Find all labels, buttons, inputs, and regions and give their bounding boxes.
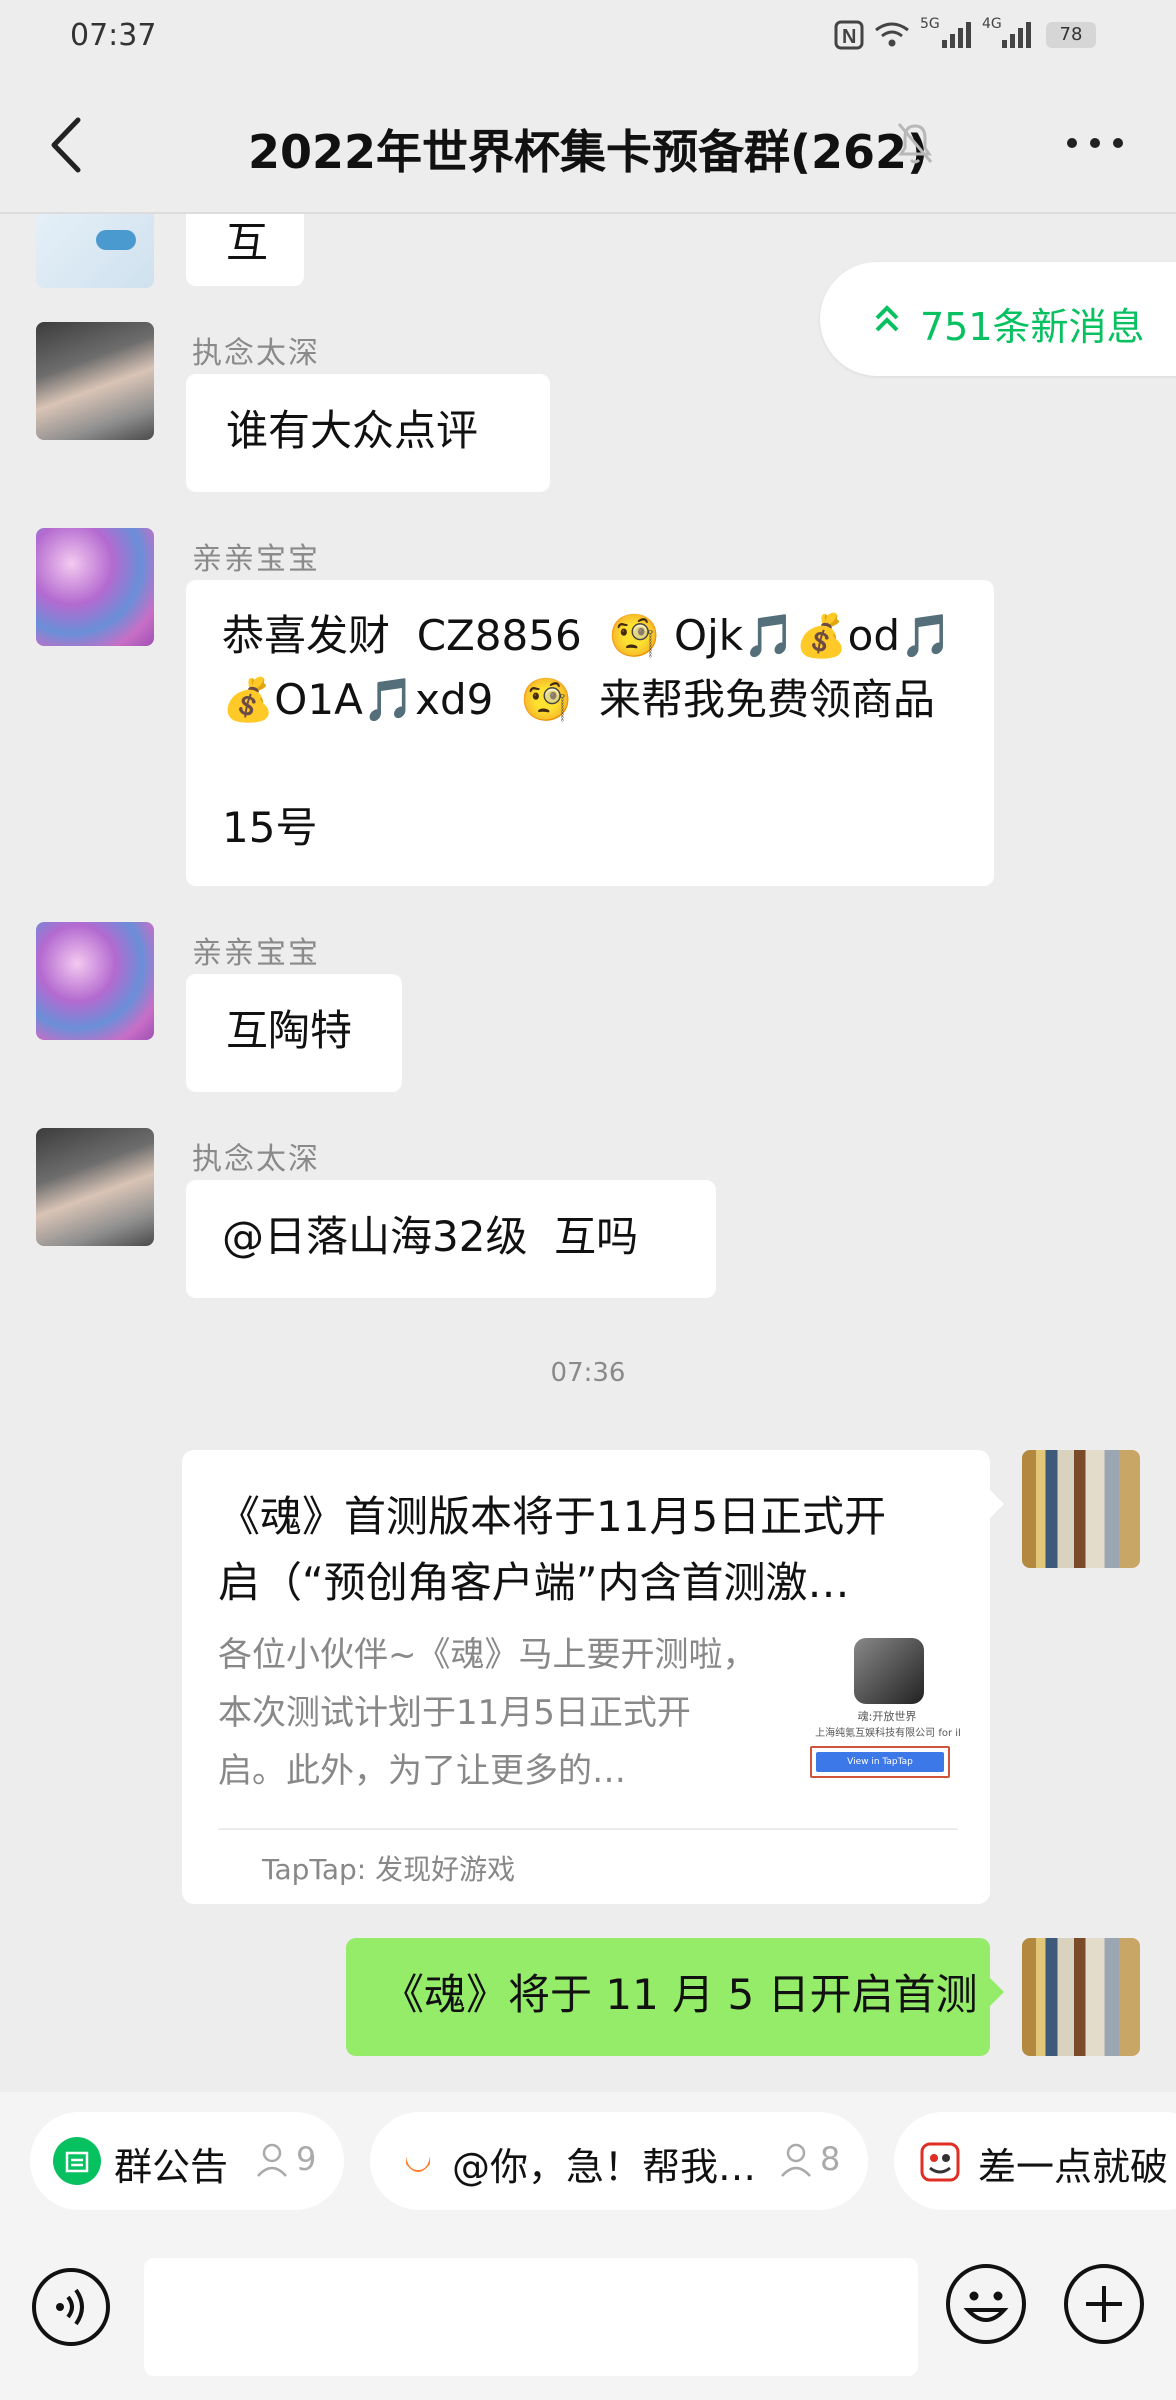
pinduoduo-icon [920, 2142, 960, 2182]
sender-name: 亲亲宝宝 [192, 542, 320, 577]
chip-count: 9 [296, 2140, 317, 2178]
chip-count: 8 [820, 2140, 841, 2178]
link-card-source: TapTap: 发现好游戏 [262, 1853, 516, 1886]
avatar[interactable] [36, 214, 154, 288]
message-bubble[interactable]: 互 [186, 214, 304, 286]
chip-label: 群公告 [114, 2145, 229, 2189]
sender-name: 执念太深 [192, 1142, 320, 1177]
message-text: 《魂》将于 11 月 5 日开启首测 [382, 1970, 978, 2019]
message-text: 互 [226, 218, 269, 267]
person-icon [781, 2143, 811, 2177]
message-text: @日落山海32级 互吗 [222, 1212, 639, 1261]
double-chevron-up-icon [875, 305, 899, 332]
person-icon [257, 2143, 287, 2177]
divider [218, 1828, 958, 1830]
wifi-icon [875, 22, 909, 47]
more-options-icon[interactable] [1050, 118, 1140, 168]
avatar[interactable] [36, 1128, 154, 1246]
svg-text:N: N [842, 26, 856, 48]
thumb-button: View in TapTap [816, 1752, 944, 1772]
bargain-chip[interactable]: 差一点就破 [894, 2112, 1176, 2210]
message-text: 谁有大众点评 [226, 406, 479, 455]
link-card-description: 各位小伙伴~《魂》马上要开测啦，本次测试计划于11月5日正式开启。此外，为了让更… [218, 1635, 757, 1791]
message-bubble-sent[interactable]: 《魂》将于 11 月 5 日开启首测 [346, 1938, 990, 2056]
voice-icon[interactable] [30, 2266, 112, 2348]
message-bubble[interactable]: 谁有大众点评 [186, 374, 550, 492]
shortcut-bar: 群公告 9 @你，急！帮我… 8 差一点就破 [0, 2092, 1176, 2252]
chip-label: @你，急！帮我… [452, 2145, 757, 2189]
bubble-tail [990, 1490, 1004, 1518]
nfc-icon: N [834, 20, 864, 50]
title-bar: 2022年世界杯集卡预备群(262) [0, 72, 1176, 214]
message-bubble[interactable]: 恭喜发财 CZ8856 🧐 Ojk🎵💰od🎵 💰O1A🎵xd9 🧐 来帮我免费领… [186, 580, 994, 886]
mention-chip[interactable]: @你，急！帮我… 8 [370, 2112, 868, 2210]
notice-icon [53, 2137, 101, 2185]
chat-title: 2022年世界杯集卡预备群(262) [247, 125, 929, 179]
muted-bell-icon [897, 123, 933, 164]
status-bar: 07:37 N 5G 4G 78 [0, 0, 1176, 72]
avatar[interactable] [36, 528, 154, 646]
signal-5g-icon [942, 22, 971, 48]
thumb-title: 魂:开放世界 [857, 1710, 917, 1723]
emoji-icon[interactable] [944, 2262, 1028, 2346]
avatar[interactable] [36, 922, 154, 1040]
my-avatar[interactable] [1022, 1938, 1140, 2056]
battery-indicator: 78 [1046, 22, 1096, 48]
message-text: 恭喜发财 CZ8856 🧐 Ojk🎵💰od🎵 💰O1A🎵xd9 🧐 来帮我免费领… [222, 611, 953, 852]
didi-icon [406, 2156, 430, 2172]
network-4g-label: 4G [982, 16, 1002, 32]
message-bubble[interactable]: @日落山海32级 互吗 [186, 1180, 716, 1298]
message-list[interactable]: 互 执念太深 谁有大众点评 亲亲宝宝 恭喜发财 CZ8856 🧐 Ojk🎵💰od… [0, 214, 1176, 2092]
message-bubble[interactable]: 互陶特 [186, 974, 402, 1092]
input-bar [0, 2236, 1176, 2400]
sender-name: 亲亲宝宝 [192, 936, 320, 971]
bubble-tail [990, 1978, 1004, 2006]
new-messages-label: 751条新消息 [920, 305, 1145, 349]
my-avatar[interactable] [1022, 1450, 1140, 1568]
timestamp: 07:36 [550, 1358, 626, 1388]
network-5g-label: 5G [920, 16, 940, 32]
avatar[interactable] [36, 322, 154, 440]
link-card-thumbnail: 魂:开放世界 上海纯氪互娱科技有限公司 for il View in TapTa… [802, 1638, 972, 1788]
thumb-button-frame: View in TapTap [810, 1746, 950, 1778]
link-card-message[interactable]: 《魂》首测版本将于11月5日正式开启（“预创角客户端”内含首测激… 各位小伙伴~… [182, 1450, 990, 1904]
thumb-company: 上海纯氪互娱科技有限公司 for il [815, 1728, 961, 1739]
signal-4g-icon [1002, 22, 1031, 48]
chip-label: 差一点就破 [978, 2145, 1169, 2189]
plus-icon[interactable] [1062, 2262, 1146, 2346]
message-input[interactable] [144, 2258, 918, 2376]
new-messages-button[interactable]: 751条新消息 [820, 262, 1176, 376]
group-notice-chip[interactable]: 群公告 9 [30, 2112, 344, 2210]
game-logo-icon [854, 1638, 924, 1704]
status-time: 07:37 [70, 18, 157, 53]
sender-name: 执念太深 [192, 336, 320, 371]
link-card-title: 《魂》首测版本将于11月5日正式开启（“预创角客户端”内含首测激… [218, 1492, 887, 1607]
message-text: 互陶特 [226, 1006, 353, 1055]
